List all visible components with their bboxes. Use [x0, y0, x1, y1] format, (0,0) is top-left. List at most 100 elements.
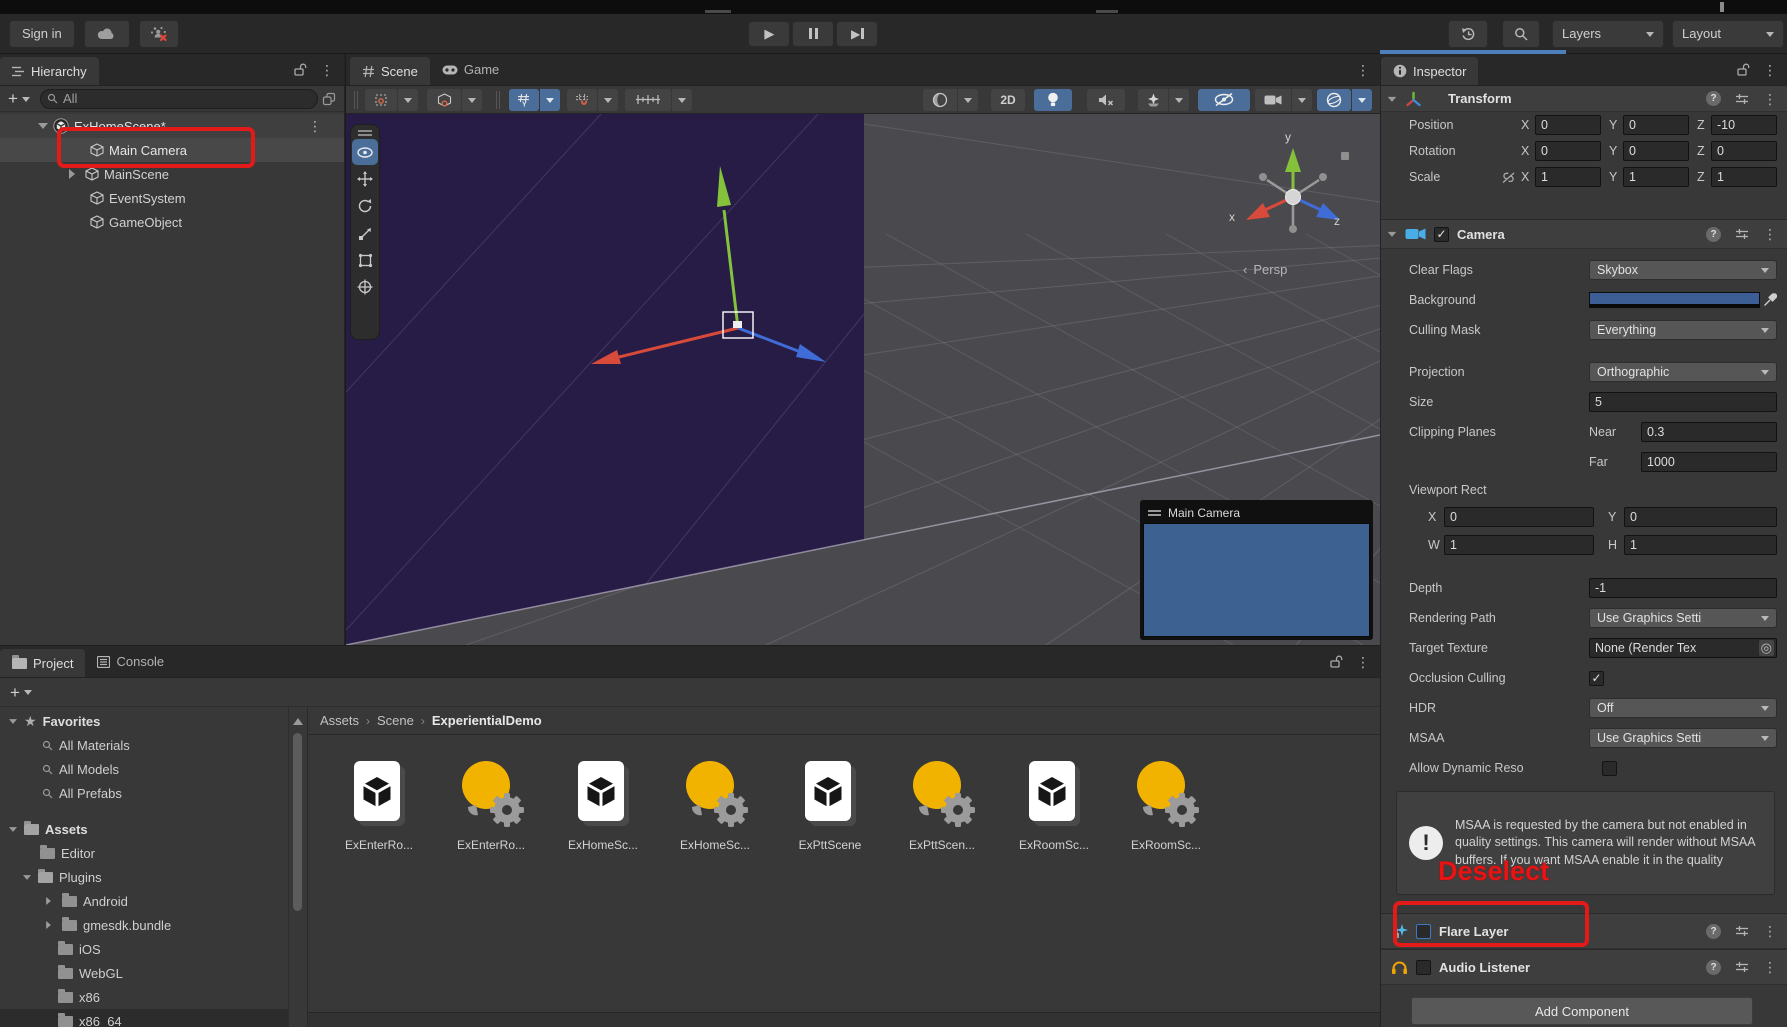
pivot-button[interactable]	[427, 89, 461, 111]
overlay-drag-handle[interactable]	[358, 130, 372, 136]
tree-row-plugins[interactable]: Plugins	[0, 865, 288, 889]
rotation-y-field[interactable]: 0	[1623, 141, 1689, 161]
hierarchy-row-eventsystem[interactable]: EventSystem	[0, 186, 344, 210]
viewport-y-field[interactable]: 0	[1624, 507, 1777, 527]
tree-row-favorites[interactable]: ★ Favorites	[0, 709, 288, 733]
position-x-field[interactable]: 0	[1535, 115, 1601, 135]
projection-dropdown[interactable]: Orthographic	[1589, 362, 1777, 382]
scene-camera-button[interactable]	[1255, 89, 1291, 111]
scene-menu-icon[interactable]: ⋮	[308, 119, 322, 133]
presets-icon[interactable]	[1735, 228, 1749, 240]
effects-caret[interactable]	[1169, 89, 1189, 111]
presets-icon[interactable]	[1735, 925, 1749, 937]
tree-row-assets[interactable]: Assets	[0, 817, 288, 841]
component-menu-icon[interactable]: ⋮	[1763, 960, 1777, 974]
pivot-caret[interactable]	[462, 89, 482, 111]
scene-viewport[interactable]: y x z ‹ Persp	[346, 114, 1380, 645]
camera-enabled-checkbox[interactable]: ✓	[1434, 227, 1449, 242]
tree-scrollbar[interactable]	[288, 707, 306, 1027]
pause-button[interactable]	[792, 21, 834, 47]
scroll-up-button[interactable]	[293, 713, 303, 725]
depth-field[interactable]: -1	[1589, 578, 1777, 598]
viewport-corner-handle[interactable]	[1341, 152, 1349, 160]
unlock-icon[interactable]	[294, 63, 308, 76]
tool-settings-button[interactable]	[365, 89, 397, 111]
asset-item[interactable]: ExRoomSc...	[1004, 757, 1104, 852]
asset-item[interactable]: ExRoomSc...	[1116, 757, 1216, 852]
search-everything-button[interactable]	[1502, 20, 1540, 48]
clear-flags-dropdown[interactable]: Skybox	[1589, 260, 1777, 280]
eyedropper-icon[interactable]	[1763, 293, 1777, 307]
msaa-dropdown[interactable]: Use Graphics Setti	[1589, 728, 1777, 748]
gizmos-toggle-button[interactable]	[1317, 89, 1351, 111]
camera-preview-header[interactable]: Main Camera	[1143, 503, 1370, 523]
tree-row-editor[interactable]: Editor	[0, 841, 288, 865]
audio-toggle-button[interactable]	[1087, 89, 1125, 111]
tree-row-android[interactable]: Android	[0, 889, 288, 913]
tree-row-x86-64[interactable]: x86_64	[0, 1009, 288, 1027]
tab-inspector[interactable]: Inspector	[1381, 57, 1478, 85]
asset-item[interactable]: ExPttScene	[780, 757, 880, 852]
scale-x-field[interactable]: 1	[1535, 167, 1601, 187]
flare-layer-checkbox[interactable]	[1416, 924, 1431, 939]
hierarchy-menu-icon[interactable]: ⋮	[320, 63, 334, 77]
grid-snapping-button[interactable]: Y	[509, 89, 539, 111]
tab-project[interactable]: Project	[0, 649, 85, 677]
viewport-h-field[interactable]: 1	[1624, 535, 1777, 555]
component-menu-icon[interactable]: ⋮	[1763, 227, 1777, 241]
open-new-window-icon[interactable]	[322, 92, 336, 106]
rect-tool-button[interactable]	[352, 247, 378, 273]
scene-visibility-button[interactable]	[1198, 89, 1250, 111]
tool-settings-caret[interactable]	[398, 89, 418, 111]
lighting-toggle-button[interactable]	[1034, 89, 1072, 111]
collab-button[interactable]	[139, 20, 179, 48]
viewport-x-field[interactable]: 0	[1444, 507, 1594, 527]
orientation-gizmo[interactable]	[1246, 148, 1340, 233]
rotation-z-field[interactable]: 0	[1711, 141, 1777, 161]
play-button[interactable]: ▶	[748, 21, 790, 47]
foldout-closed-icon[interactable]	[69, 169, 80, 179]
help-icon[interactable]: ?	[1706, 960, 1721, 975]
unit-snap-button[interactable]	[625, 89, 671, 111]
foldout-closed-icon[interactable]	[46, 921, 55, 929]
near-field[interactable]: 0.3	[1641, 422, 1777, 442]
unlock-icon[interactable]	[1330, 655, 1344, 668]
tree-row-all-models[interactable]: All Models	[0, 757, 288, 781]
culling-mask-dropdown[interactable]: Everything	[1589, 320, 1777, 340]
hierarchy-search-input[interactable]: All	[40, 89, 318, 109]
project-menu-icon[interactable]: ⋮	[1356, 655, 1370, 669]
asset-item[interactable]: ExEnterRo...	[329, 757, 429, 852]
inspector-menu-icon[interactable]: ⋮	[1763, 63, 1777, 77]
layers-dropdown[interactable]: Layers	[1552, 20, 1664, 48]
tab-console[interactable]: Console	[85, 646, 176, 677]
breadcrumb-assets[interactable]: Assets	[320, 713, 359, 728]
gizmos-caret[interactable]	[1352, 89, 1372, 111]
effects-toggle-button[interactable]	[1138, 89, 1168, 111]
2d-toggle-button[interactable]: 2D	[991, 89, 1025, 111]
component-menu-icon[interactable]: ⋮	[1763, 92, 1777, 106]
projection-mode-label[interactable]: ‹ Persp	[1243, 262, 1287, 277]
foldout-open-icon[interactable]	[9, 827, 17, 836]
target-texture-field[interactable]: None (Render Tex ◎	[1589, 638, 1777, 658]
presets-icon[interactable]	[1735, 961, 1749, 973]
snap-increment-caret[interactable]	[598, 89, 618, 111]
broken-link-icon[interactable]	[1501, 171, 1516, 184]
flare-layer-header[interactable]: Flare Layer ? ⋮	[1381, 913, 1787, 949]
cloud-button[interactable]	[84, 20, 130, 48]
object-picker-icon[interactable]: ◎	[1759, 640, 1774, 656]
foldout-open-icon[interactable]	[9, 719, 17, 728]
audio-listener-checkbox[interactable]	[1416, 960, 1431, 975]
unit-snap-caret[interactable]	[672, 89, 692, 111]
foldout-open-icon[interactable]	[1388, 96, 1397, 105]
foldout-open-icon[interactable]	[1388, 232, 1397, 241]
scale-y-field[interactable]: 1	[1623, 167, 1689, 187]
rotation-x-field[interactable]: 0	[1535, 141, 1601, 161]
step-button[interactable]: ▶	[836, 21, 878, 47]
tree-row-x86[interactable]: x86	[0, 985, 288, 1009]
occlusion-culling-checkbox[interactable]: ✓	[1589, 671, 1604, 686]
asset-item[interactable]: ExHomeSc...	[553, 757, 653, 852]
undo-history-button[interactable]	[1448, 20, 1488, 48]
add-component-button[interactable]: Add Component	[1411, 997, 1753, 1025]
hierarchy-row-main-camera[interactable]: Main Camera	[0, 138, 344, 162]
tree-row-gmesdk[interactable]: gmesdk.bundle	[0, 913, 288, 937]
